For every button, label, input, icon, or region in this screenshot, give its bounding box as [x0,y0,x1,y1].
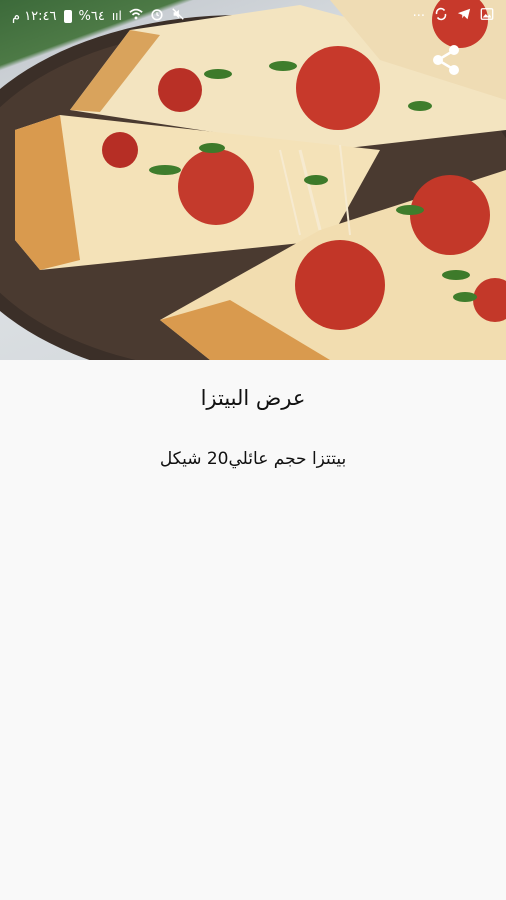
alarm-icon [150,7,164,25]
offer-details: عرض البيتزا بيتتزا حجم عائلي20 شيكل [0,360,506,900]
share-icon [433,45,459,75]
gallery-icon [480,7,494,25]
offer-description: بيتتزا حجم عائلي20 شيكل [159,449,347,469]
clock: ١٢:٤٦ م [12,8,57,24]
wifi-icon [129,7,143,25]
mute-icon [171,7,185,25]
battery-icon [63,9,72,23]
status-bar: ١٢:٤٦ م %٦٤ ııl ··· [0,0,506,32]
signal-icon: ııl [111,9,122,23]
telegram-icon [457,7,471,25]
share-button[interactable] [426,40,466,80]
offer-title: عرض البيتزا [200,386,306,410]
battery-level: %٦٤ [78,8,105,24]
sync-icon [434,7,448,25]
more-icon: ··· [412,8,425,24]
